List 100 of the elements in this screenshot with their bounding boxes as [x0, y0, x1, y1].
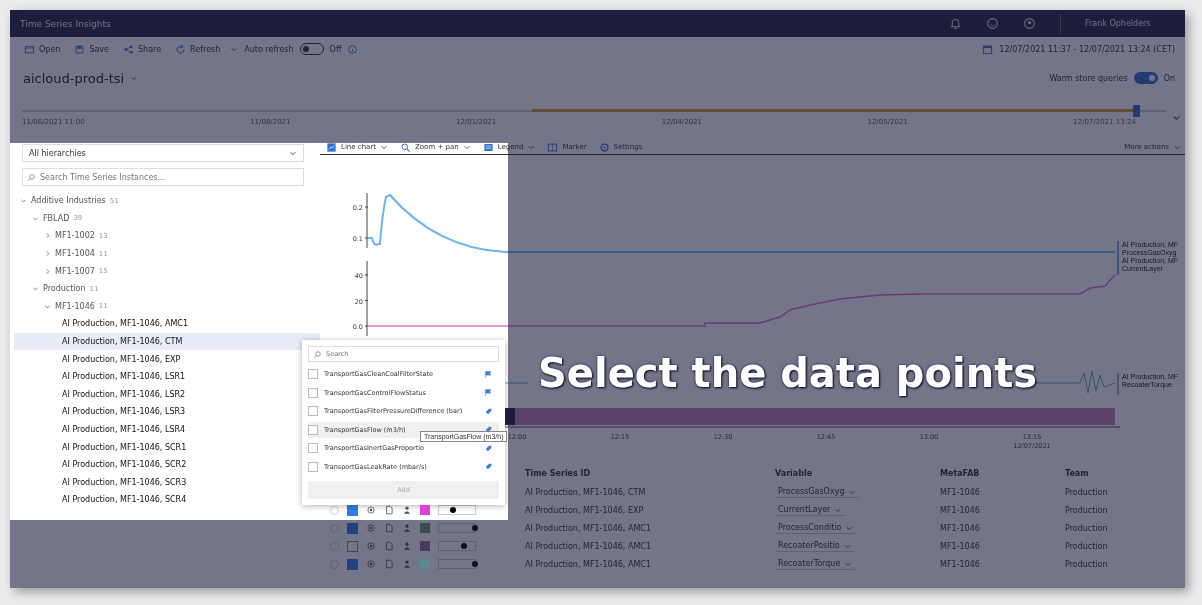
time-range[interactable]: 12/07/2021 11:37 - 12/07/2021 13:24 (CET) — [999, 44, 1175, 54]
tree-item[interactable]: AI Production, MF1-1046, SCR1 — [14, 438, 304, 456]
settings-icon — [598, 141, 610, 153]
tree-folder[interactable]: MF1-1007 — [55, 266, 95, 276]
range-handle[interactable] — [1132, 104, 1140, 117]
hierarchy-dropdown[interactable]: All hierarchies — [22, 144, 304, 162]
table-cell-text: Production — [1065, 487, 1109, 497]
table-cell-text: MF1-1046 — [940, 505, 981, 515]
tree-folder[interactable]: MF1-1004 — [55, 249, 95, 259]
table-cell-text: AI Production, MF1-1046, AMC1 — [525, 559, 652, 569]
toolbar-button[interactable]: Open — [20, 41, 65, 57]
share-icon — [123, 43, 134, 55]
tree-item[interactable]: AI Production, MF1-1046, LSR1 — [14, 367, 304, 386]
chevron-down-icon[interactable] — [32, 285, 39, 293]
table-cell-text: Production — [1065, 559, 1109, 569]
user-name[interactable]: Frank Ophelders — [1085, 19, 1175, 28]
table-cell-text: MF1-1046 — [940, 487, 981, 497]
color-swatch[interactable] — [420, 559, 430, 569]
table-cell-text: MF1-1046 — [940, 523, 981, 533]
chevron-down-icon[interactable] — [20, 197, 27, 205]
checkbox[interactable] — [308, 461, 318, 472]
info-icon[interactable] — [347, 43, 359, 55]
color-swatch[interactable] — [420, 541, 430, 551]
auto-refresh-label: Auto refresh — [244, 44, 294, 54]
tree-folder[interactable]: FBLAD — [43, 213, 70, 223]
checkbox[interactable] — [308, 424, 318, 435]
checkbox[interactable] — [347, 540, 358, 552]
tree-item[interactable]: AI Production, MF1-1046, CTM — [14, 332, 320, 351]
variable-dropdown[interactable]: RecoaterTorque — [775, 558, 856, 570]
checkbox[interactable] — [308, 387, 318, 398]
axis-line — [364, 192, 369, 249]
table-cell-text: Production — [1065, 523, 1109, 533]
save-icon — [74, 43, 86, 55]
line-chart-icon — [326, 141, 337, 153]
tree-item[interactable]: AI Production, MF1-1046, LSR3 — [14, 403, 304, 421]
tree-item[interactable]: AI Production, MF1-1046, LSR2 — [14, 385, 304, 404]
table-cell-text: MF1-1046 — [940, 541, 981, 551]
tree-folder[interactable]: Additive Industries — [31, 196, 106, 206]
tree-item[interactable]: AI Production, MF1-1046, LSR4 — [14, 420, 304, 439]
list-icon — [482, 141, 494, 153]
checkbox[interactable] — [347, 504, 358, 516]
toolbar-button[interactable]: Save — [70, 41, 113, 57]
table-cell-text: AI Production, MF1-1046, AMC1 — [525, 523, 652, 533]
tree-item[interactable]: AI Production, MF1-1046, SCR3 — [14, 473, 304, 492]
checkbox[interactable] — [347, 558, 358, 570]
caret-icon[interactable] — [230, 45, 239, 53]
flag-icon — [484, 369, 493, 379]
toggle-state: On — [1163, 73, 1175, 83]
folder-icon — [24, 43, 35, 55]
magnifier-icon — [400, 141, 411, 153]
chevron-right-icon[interactable] — [44, 267, 51, 275]
color-swatch[interactable] — [420, 505, 430, 515]
tree-folder[interactable]: MF1-1046 — [55, 301, 95, 311]
table-cell-text: AI Production, MF1-1046, AMC1 — [525, 541, 652, 551]
chevron-icon[interactable] — [1172, 113, 1181, 122]
color-swatch[interactable] — [420, 523, 430, 533]
refresh-icon — [175, 43, 187, 55]
toolbar-button[interactable]: Share — [119, 41, 166, 57]
caption-text: Select the data points — [538, 350, 1038, 396]
step-slider[interactable] — [438, 559, 476, 569]
tree-folder[interactable]: Production — [43, 284, 86, 294]
checkbox[interactable] — [347, 522, 358, 534]
table-cell-text: Production — [1065, 505, 1109, 515]
variable-dropdown[interactable]: ProcessConditio — [775, 522, 857, 534]
step-slider[interactable] — [438, 541, 476, 551]
caret-icon — [289, 149, 297, 157]
tree-folder[interactable]: MF1-1002 — [55, 231, 95, 241]
search-field[interactable]: Search Time Series Instances... — [22, 168, 304, 186]
bell-icon[interactable] — [949, 17, 962, 30]
search-icon — [27, 172, 36, 182]
variable-dropdown[interactable]: RecoaterPositio — [775, 540, 855, 552]
calendar-icon[interactable] — [982, 43, 994, 55]
tree-item[interactable]: AI Production, MF1-1046, SCR4 — [14, 491, 304, 509]
smiley-icon[interactable] — [986, 17, 999, 30]
table-cell-text: AI Production, MF1-1046, CTM — [525, 487, 647, 497]
warm-store-label: Warm store queries — [1049, 73, 1128, 83]
tree-item[interactable]: AI Production, MF1-1046, AMC1 — [14, 315, 304, 333]
toolbar-button[interactable]: Refresh — [171, 41, 225, 57]
step-slider[interactable] — [438, 523, 476, 533]
table-cell-text: MF1-1046 — [940, 559, 981, 569]
environment-picker[interactable]: aicloud-prod-tsi — [20, 70, 142, 86]
caret-icon — [1173, 143, 1181, 151]
checkbox[interactable] — [308, 443, 318, 454]
chevron-right-icon[interactable] — [44, 250, 51, 258]
caret-icon — [130, 74, 139, 82]
table-cell-text: Production — [1065, 541, 1109, 551]
toggle-switch[interactable] — [299, 43, 324, 55]
chevron-right-icon[interactable] — [44, 232, 51, 240]
variable-dropdown[interactable]: ProcessGasOxyg — [775, 486, 860, 498]
variable-dropdown[interactable]: CurrentLayer — [775, 504, 846, 516]
checkbox[interactable] — [308, 406, 318, 417]
checkbox[interactable] — [308, 369, 318, 380]
marker-icon — [547, 141, 559, 153]
person-icon[interactable] — [402, 505, 412, 515]
window-title: Time Series Insights — [20, 18, 111, 29]
toggle-switch[interactable] — [1133, 72, 1158, 84]
tree-item[interactable]: AI Production, MF1-1046, EXP — [14, 350, 304, 368]
user-icon[interactable] — [1023, 17, 1036, 30]
legend-marker — [1117, 240, 1119, 276]
tree-item[interactable]: AI Production, MF1-1046, SCR2 — [14, 455, 304, 474]
